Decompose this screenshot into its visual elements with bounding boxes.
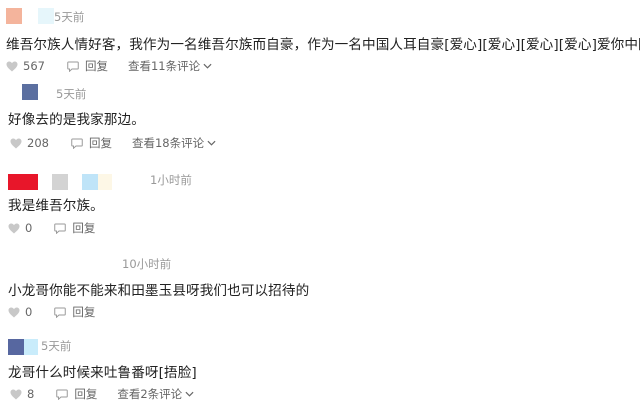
- comment-text: 好像去的是我家那边。: [8, 112, 145, 128]
- like-count: 0: [25, 221, 33, 235]
- comment-user-meta: [8, 172, 112, 192]
- heart-icon: [10, 138, 22, 148]
- comment-time: 5天前: [56, 87, 87, 101]
- view-replies-label: 查看11条评论: [127, 59, 201, 73]
- comment-user-meta: [22, 82, 38, 102]
- heart-icon: [10, 389, 22, 399]
- avatar[interactable]: [38, 8, 54, 24]
- comment-time: 10小时前: [122, 257, 172, 271]
- reply-label: 回复: [84, 59, 108, 73]
- like-button[interactable]: 0: [8, 305, 32, 319]
- avatar[interactable]: [8, 174, 38, 190]
- reply-button[interactable]: 回复: [54, 304, 95, 320]
- reply-icon: [56, 389, 69, 400]
- comment-time: 1小时前: [150, 173, 192, 187]
- like-button[interactable]: 567: [6, 59, 45, 73]
- reply-label: 回复: [88, 136, 112, 150]
- comment-text: 龙哥什么时候来吐鲁番呀[捂脸]: [8, 365, 197, 381]
- comment-actions: 567 回复 查看11条评论: [6, 57, 212, 75]
- reply-button[interactable]: 回复: [56, 386, 97, 402]
- comment-time: 5天前: [41, 339, 72, 353]
- comment-actions: 8 回复 查看2条评论: [10, 385, 194, 403]
- chevron-down-icon: [207, 140, 216, 146]
- comment-user-meta: [6, 6, 54, 26]
- view-replies-label: 查看18条评论: [131, 136, 205, 150]
- like-count: 208: [27, 136, 49, 150]
- comment-user-meta: [8, 337, 38, 357]
- reply-label: 回复: [72, 305, 96, 319]
- like-count: 567: [23, 59, 45, 73]
- comment-time: 5天前: [54, 10, 85, 24]
- chevron-down-icon: [203, 63, 212, 69]
- reply-button[interactable]: 回复: [54, 220, 95, 236]
- like-count: 8: [27, 387, 35, 401]
- heart-icon: [6, 61, 18, 71]
- view-replies-label: 查看2条评论: [117, 387, 183, 401]
- like-button[interactable]: 8: [10, 387, 34, 401]
- comment-text: 我是维吾尔族。: [8, 198, 104, 214]
- view-replies-link[interactable]: 查看11条评论: [128, 58, 212, 74]
- like-button[interactable]: 208: [10, 136, 49, 150]
- comment-actions: 208 回复 查看18条评论: [10, 134, 216, 152]
- comment-text: 小龙哥你能不能来和田墨玉县呀我们也可以招待的: [8, 283, 310, 299]
- reply-icon: [54, 223, 67, 234]
- reply-button[interactable]: 回复: [67, 58, 108, 74]
- avatar[interactable]: [22, 84, 38, 100]
- heart-icon: [8, 223, 20, 233]
- comment-actions: 0 回复: [8, 219, 95, 237]
- chevron-down-icon: [185, 391, 194, 397]
- reply-icon: [71, 138, 83, 149]
- heart-icon: [8, 307, 20, 317]
- comment-text: 维吾尔族人情好客，我作为一名维吾尔族而自豪，作为一名中国人耳自豪[爱心][爱心]…: [6, 37, 640, 53]
- like-button[interactable]: 0: [8, 221, 32, 235]
- view-replies-link[interactable]: 查看18条评论: [132, 135, 216, 151]
- avatar[interactable]: [82, 174, 98, 190]
- avatar[interactable]: [24, 339, 38, 355]
- reply-button[interactable]: 回复: [71, 135, 112, 151]
- comment-actions: 0 回复: [8, 303, 95, 321]
- avatar[interactable]: [8, 339, 24, 355]
- view-replies-link[interactable]: 查看2条评论: [117, 386, 194, 402]
- avatar[interactable]: [6, 8, 22, 24]
- avatar[interactable]: [98, 174, 112, 190]
- reply-icon: [54, 307, 67, 318]
- reply-label: 回复: [74, 387, 98, 401]
- avatar[interactable]: [52, 174, 68, 190]
- reply-label: 回复: [72, 221, 96, 235]
- reply-icon: [67, 61, 79, 72]
- like-count: 0: [25, 305, 33, 319]
